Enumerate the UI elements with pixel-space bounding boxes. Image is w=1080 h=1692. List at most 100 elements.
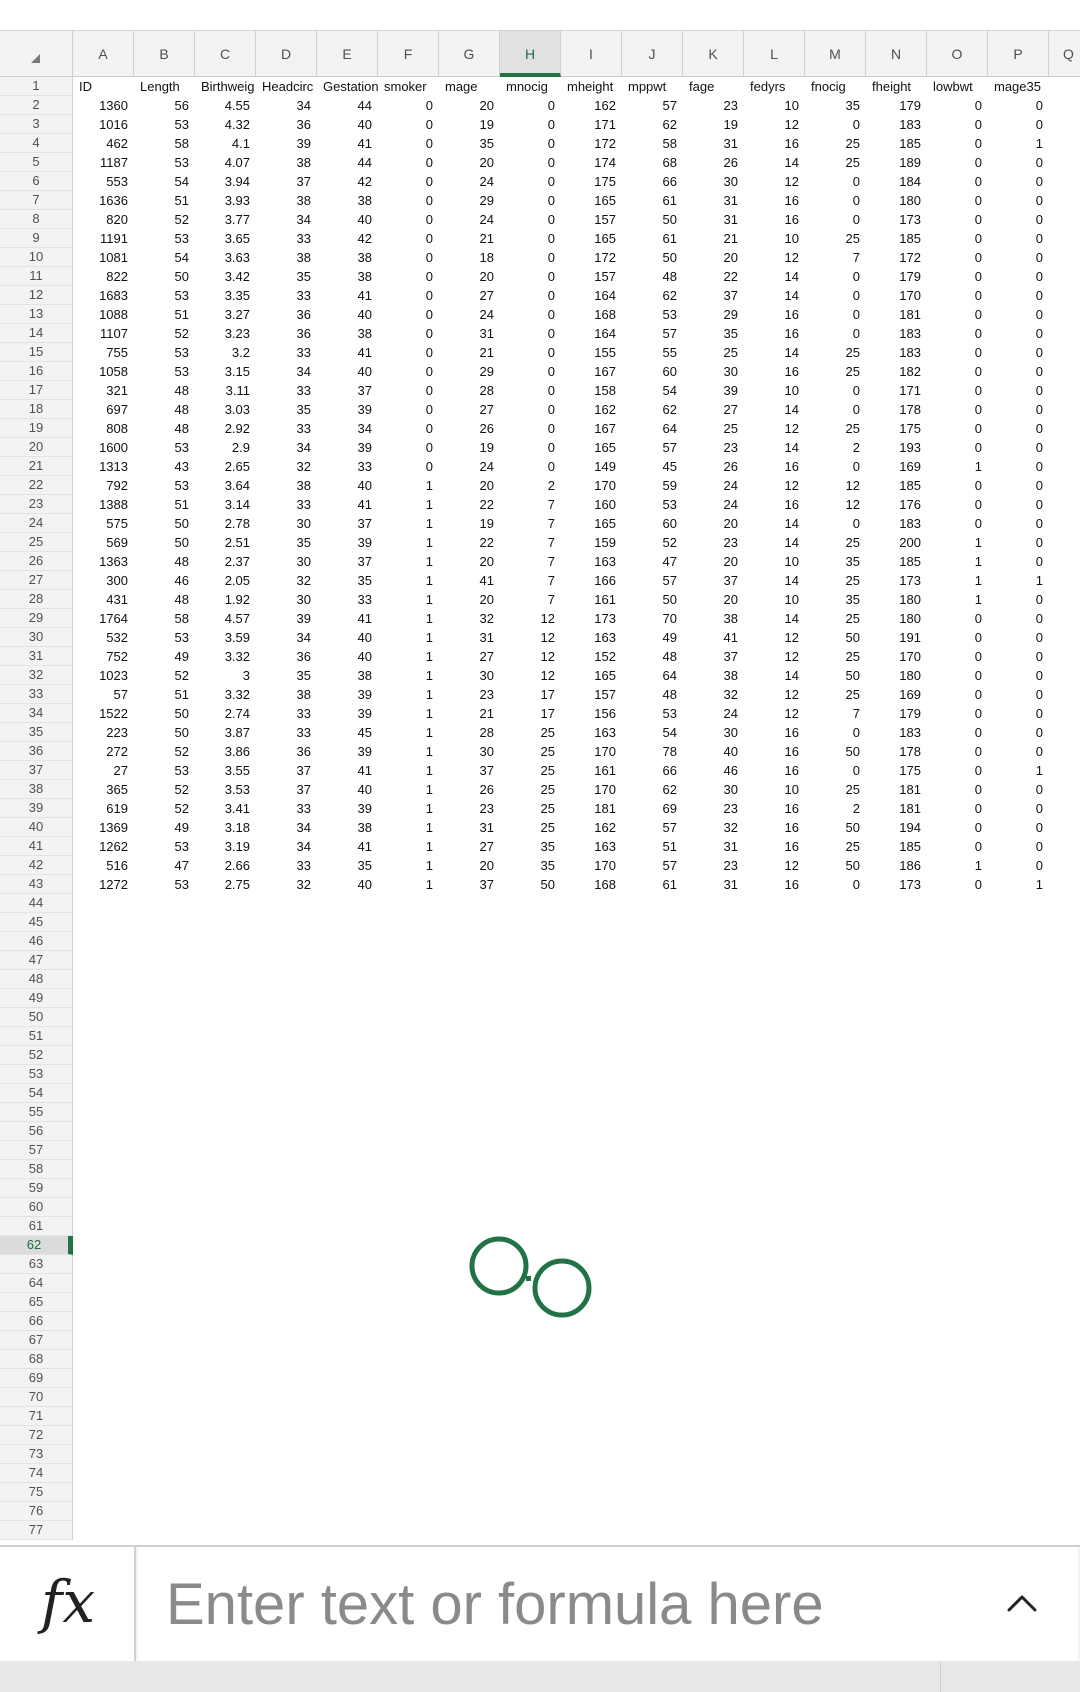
cell-o11[interactable]: 0 <box>927 267 988 286</box>
cell-f25[interactable]: 1 <box>378 533 439 552</box>
cell-b2[interactable]: 56 <box>134 96 195 115</box>
cell-b10[interactable]: 54 <box>134 248 195 267</box>
cell-m29[interactable]: 25 <box>805 609 866 628</box>
cell-n39[interactable]: 181 <box>866 799 927 818</box>
cell-b5[interactable]: 53 <box>134 153 195 172</box>
cell-h17[interactable]: 0 <box>500 381 561 400</box>
cell-m37[interactable]: 0 <box>805 761 866 780</box>
row-header-69[interactable]: 69 <box>0 1369 73 1388</box>
cell-o28[interactable]: 1 <box>927 590 988 609</box>
cell-e27[interactable]: 35 <box>317 571 378 590</box>
cell-j17[interactable]: 54 <box>622 381 683 400</box>
cell-l20[interactable]: 14 <box>744 438 805 457</box>
cell-e7[interactable]: 38 <box>317 191 378 210</box>
cell-f40[interactable]: 1 <box>378 818 439 837</box>
cell-f12[interactable]: 0 <box>378 286 439 305</box>
cell-i30[interactable]: 163 <box>561 628 622 647</box>
cell-l26[interactable]: 10 <box>744 552 805 571</box>
cell-f30[interactable]: 1 <box>378 628 439 647</box>
cell-n14[interactable]: 183 <box>866 324 927 343</box>
cell-f21[interactable]: 0 <box>378 457 439 476</box>
cell-f41[interactable]: 1 <box>378 837 439 856</box>
cell-o42[interactable]: 1 <box>927 856 988 875</box>
cell-a25[interactable]: 569 <box>73 533 134 552</box>
cell-m36[interactable]: 50 <box>805 742 866 761</box>
cell-e9[interactable]: 42 <box>317 229 378 248</box>
cell-f36[interactable]: 1 <box>378 742 439 761</box>
cell-m31[interactable]: 25 <box>805 647 866 666</box>
cell-n38[interactable]: 181 <box>866 780 927 799</box>
cell-k35[interactable]: 30 <box>683 723 744 742</box>
cell-c30[interactable]: 3.59 <box>195 628 256 647</box>
cell-h31[interactable]: 12 <box>500 647 561 666</box>
cell-d17[interactable]: 33 <box>256 381 317 400</box>
cell-g5[interactable]: 20 <box>439 153 500 172</box>
row-header-71[interactable]: 71 <box>0 1407 73 1426</box>
cell-i14[interactable]: 164 <box>561 324 622 343</box>
cell-i5[interactable]: 174 <box>561 153 622 172</box>
cell-c13[interactable]: 3.27 <box>195 305 256 324</box>
cell-p9[interactable]: 0 <box>988 229 1049 248</box>
row-header-21[interactable]: 21 <box>0 457 73 476</box>
cell-k30[interactable]: 41 <box>683 628 744 647</box>
cell-h34[interactable]: 17 <box>500 704 561 723</box>
cell-l41[interactable]: 16 <box>744 837 805 856</box>
cell-p23[interactable]: 0 <box>988 495 1049 514</box>
cell-e25[interactable]: 39 <box>317 533 378 552</box>
cell-b12[interactable]: 53 <box>134 286 195 305</box>
row-header-39[interactable]: 39 <box>0 799 73 818</box>
cell-i11[interactable]: 157 <box>561 267 622 286</box>
cell-n28[interactable]: 180 <box>866 590 927 609</box>
cell-a21[interactable]: 1313 <box>73 457 134 476</box>
row-header-29[interactable]: 29 <box>0 609 73 628</box>
cell-h21[interactable]: 0 <box>500 457 561 476</box>
cell-p17[interactable]: 0 <box>988 381 1049 400</box>
cell-k23[interactable]: 24 <box>683 495 744 514</box>
row-header-33[interactable]: 33 <box>0 685 73 704</box>
cell-e8[interactable]: 40 <box>317 210 378 229</box>
cell-f19[interactable]: 0 <box>378 419 439 438</box>
cell-p10[interactable]: 0 <box>988 248 1049 267</box>
cell-b7[interactable]: 51 <box>134 191 195 210</box>
cell-p33[interactable]: 0 <box>988 685 1049 704</box>
row-header-5[interactable]: 5 <box>0 153 73 172</box>
cell-c27[interactable]: 2.05 <box>195 571 256 590</box>
cell-k16[interactable]: 30 <box>683 362 744 381</box>
cell-f31[interactable]: 1 <box>378 647 439 666</box>
cell-k17[interactable]: 39 <box>683 381 744 400</box>
column-header-d[interactable]: D <box>256 31 317 77</box>
cell-e37[interactable]: 41 <box>317 761 378 780</box>
cell-e41[interactable]: 41 <box>317 837 378 856</box>
row-header-36[interactable]: 36 <box>0 742 73 761</box>
cell-d31[interactable]: 36 <box>256 647 317 666</box>
cell-f5[interactable]: 0 <box>378 153 439 172</box>
cell-b11[interactable]: 50 <box>134 267 195 286</box>
cell-e14[interactable]: 38 <box>317 324 378 343</box>
cell-k33[interactable]: 32 <box>683 685 744 704</box>
cell-l34[interactable]: 12 <box>744 704 805 723</box>
row-header-51[interactable]: 51 <box>0 1027 73 1046</box>
cell-b17[interactable]: 48 <box>134 381 195 400</box>
cell-d10[interactable]: 38 <box>256 248 317 267</box>
cell-o30[interactable]: 0 <box>927 628 988 647</box>
cell-a35[interactable]: 223 <box>73 723 134 742</box>
cell-j27[interactable]: 57 <box>622 571 683 590</box>
cell-k36[interactable]: 40 <box>683 742 744 761</box>
cell-c6[interactable]: 3.94 <box>195 172 256 191</box>
cell-p28[interactable]: 0 <box>988 590 1049 609</box>
cell-d12[interactable]: 33 <box>256 286 317 305</box>
cell-h26[interactable]: 7 <box>500 552 561 571</box>
cell-e32[interactable]: 38 <box>317 666 378 685</box>
cell-o22[interactable]: 0 <box>927 476 988 495</box>
row-header-26[interactable]: 26 <box>0 552 73 571</box>
cell-b9[interactable]: 53 <box>134 229 195 248</box>
cell-p12[interactable]: 0 <box>988 286 1049 305</box>
cell-k40[interactable]: 32 <box>683 818 744 837</box>
cell-k29[interactable]: 38 <box>683 609 744 628</box>
cell-d19[interactable]: 33 <box>256 419 317 438</box>
cell-l11[interactable]: 14 <box>744 267 805 286</box>
cell-c16[interactable]: 3.15 <box>195 362 256 381</box>
cell-b23[interactable]: 51 <box>134 495 195 514</box>
cell-o29[interactable]: 0 <box>927 609 988 628</box>
cell-o3[interactable]: 0 <box>927 115 988 134</box>
